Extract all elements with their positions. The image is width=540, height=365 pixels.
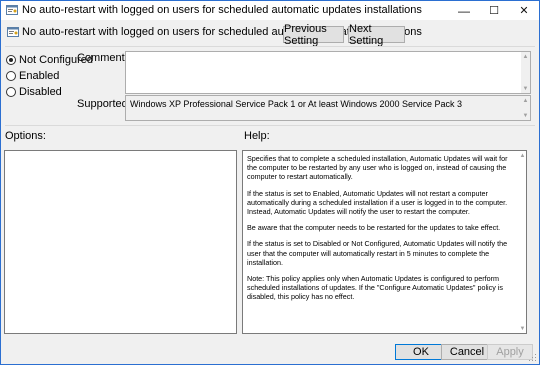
apply-button: Apply (487, 344, 533, 360)
comment-field[interactable]: ▲ ▼ (125, 51, 531, 94)
help-paragraph: Be aware that the computer needs to be r… (247, 223, 501, 233)
scroll-up-icon[interactable]: ▲ (518, 151, 526, 160)
scroll-up-icon[interactable]: ▲ (521, 52, 530, 61)
close-icon: ✕ (519, 5, 529, 17)
title-bar[interactable]: No auto-restart with logged on users for… (1, 1, 539, 20)
apply-label: Apply (496, 346, 524, 358)
help-scrollbar[interactable]: ▲ ▼ (518, 151, 526, 333)
ok-label: OK (413, 346, 429, 358)
resize-grip-icon[interactable] (529, 354, 537, 362)
middle-divider (5, 125, 535, 126)
cancel-label: Cancel (449, 346, 485, 358)
maximize-icon: ☐ (489, 5, 499, 17)
comment-scrollbar[interactable]: ▲ ▼ (521, 52, 530, 93)
scroll-up-icon[interactable]: ▲ (521, 96, 530, 105)
help-label: Help: (244, 130, 270, 142)
help-paragraph: Specifies that to complete a scheduled i… (247, 154, 508, 182)
radio-button-icon (6, 86, 16, 97)
maximize-button[interactable]: ☐ (479, 1, 509, 20)
previous-setting-button[interactable]: Previous Setting (283, 23, 344, 47)
policy-settings-icon (7, 27, 19, 37)
radio-label: Disabled (19, 85, 62, 98)
radio-button-icon (6, 54, 16, 65)
scroll-down-icon[interactable]: ▼ (521, 111, 530, 120)
next-setting-button[interactable]: Next Setting (348, 23, 405, 47)
radio-enabled[interactable]: Enabled (6, 69, 59, 82)
help-paragraph: If the status is set to Enabled, Automat… (247, 188, 508, 217)
previous-setting-label: Previous Setting (284, 22, 327, 47)
close-button[interactable]: ✕ (509, 1, 539, 20)
options-label: Options: (5, 130, 46, 142)
help-paragraph: If the status is set to Disabled or Not … (247, 239, 508, 267)
cancel-button[interactable]: Cancel (441, 344, 493, 360)
options-panel[interactable] (4, 150, 237, 334)
supported-scrollbar[interactable]: ▲ ▼ (521, 96, 530, 120)
radio-label: Enabled (19, 69, 60, 82)
scroll-down-icon[interactable]: ▼ (521, 84, 530, 93)
help-paragraph: Note: This policy applies only when Auto… (247, 274, 504, 302)
next-setting-label: Next Setting (349, 22, 384, 47)
scroll-down-icon[interactable]: ▼ (518, 324, 526, 333)
minimize-icon: — (458, 3, 470, 18)
policy-dialog-window: No auto-restart with logged on users for… (0, 0, 540, 365)
header-divider (5, 46, 535, 47)
help-text: Specifies that to complete a scheduled i… (247, 154, 517, 309)
supported-on-field: Windows XP Professional Service Pack 1 o… (125, 95, 531, 121)
supported-on-value: Windows XP Professional Service Pack 1 o… (130, 99, 462, 109)
help-panel[interactable]: Specifies that to complete a scheduled i… (242, 150, 527, 334)
comment-label: Comment: (77, 52, 128, 64)
window-title: No auto-restart with logged on users for… (22, 4, 422, 16)
minimize-button[interactable]: — (449, 1, 479, 20)
ok-button[interactable]: OK (395, 344, 447, 360)
radio-button-icon (6, 70, 16, 81)
radio-disabled[interactable]: Disabled (6, 85, 62, 98)
policy-settings-icon (6, 5, 18, 15)
